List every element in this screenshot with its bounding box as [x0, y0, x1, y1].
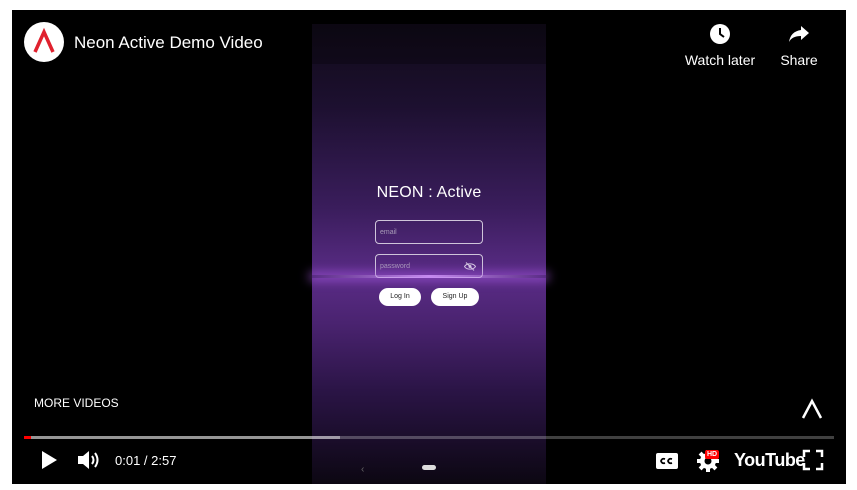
hd-badge: HD: [705, 450, 720, 459]
share-label: Share: [780, 52, 818, 68]
progress-played: [24, 436, 31, 439]
video-player[interactable]: NEON : Active email password Log In Sign…: [12, 10, 846, 484]
phone-back-nav: ‹: [361, 464, 365, 475]
video-title[interactable]: Neon Active Demo Video: [74, 33, 263, 53]
phone-status-area: [312, 24, 546, 64]
email-field: email: [375, 220, 483, 244]
progress-bar[interactable]: [24, 436, 834, 439]
channel-watermark-icon[interactable]: [800, 398, 824, 420]
watch-later-button[interactable]: Watch later: [680, 22, 760, 68]
phone-home-pill: [422, 465, 436, 470]
progress-buffered: [24, 436, 340, 439]
password-placeholder: password: [380, 263, 410, 270]
neon-glow-line: [312, 275, 546, 278]
fullscreen-icon[interactable]: [802, 449, 824, 471]
share-button[interactable]: Share: [770, 22, 828, 68]
phone-screen-video-frame: NEON : Active email password Log In Sign…: [312, 24, 546, 484]
captions-button[interactable]: [655, 450, 679, 472]
play-button[interactable]: [36, 448, 60, 472]
signup-button: Sign Up: [431, 288, 479, 306]
app-title: NEON : Active: [376, 184, 482, 201]
eye-off-icon: [464, 262, 476, 271]
watch-later-label: Watch later: [684, 52, 756, 68]
more-videos-button[interactable]: MORE VIDEOS: [34, 396, 119, 410]
time-display: 0:01 / 2:57: [115, 453, 177, 468]
youtube-logo[interactable]: YouTube: [734, 450, 805, 471]
share-arrow-icon: [789, 26, 809, 42]
clock-icon: [710, 24, 730, 44]
channel-logo[interactable]: [24, 22, 64, 62]
neon-a-logo-icon: [33, 27, 55, 53]
volume-button[interactable]: [76, 448, 102, 472]
login-button: Log In: [379, 288, 421, 306]
